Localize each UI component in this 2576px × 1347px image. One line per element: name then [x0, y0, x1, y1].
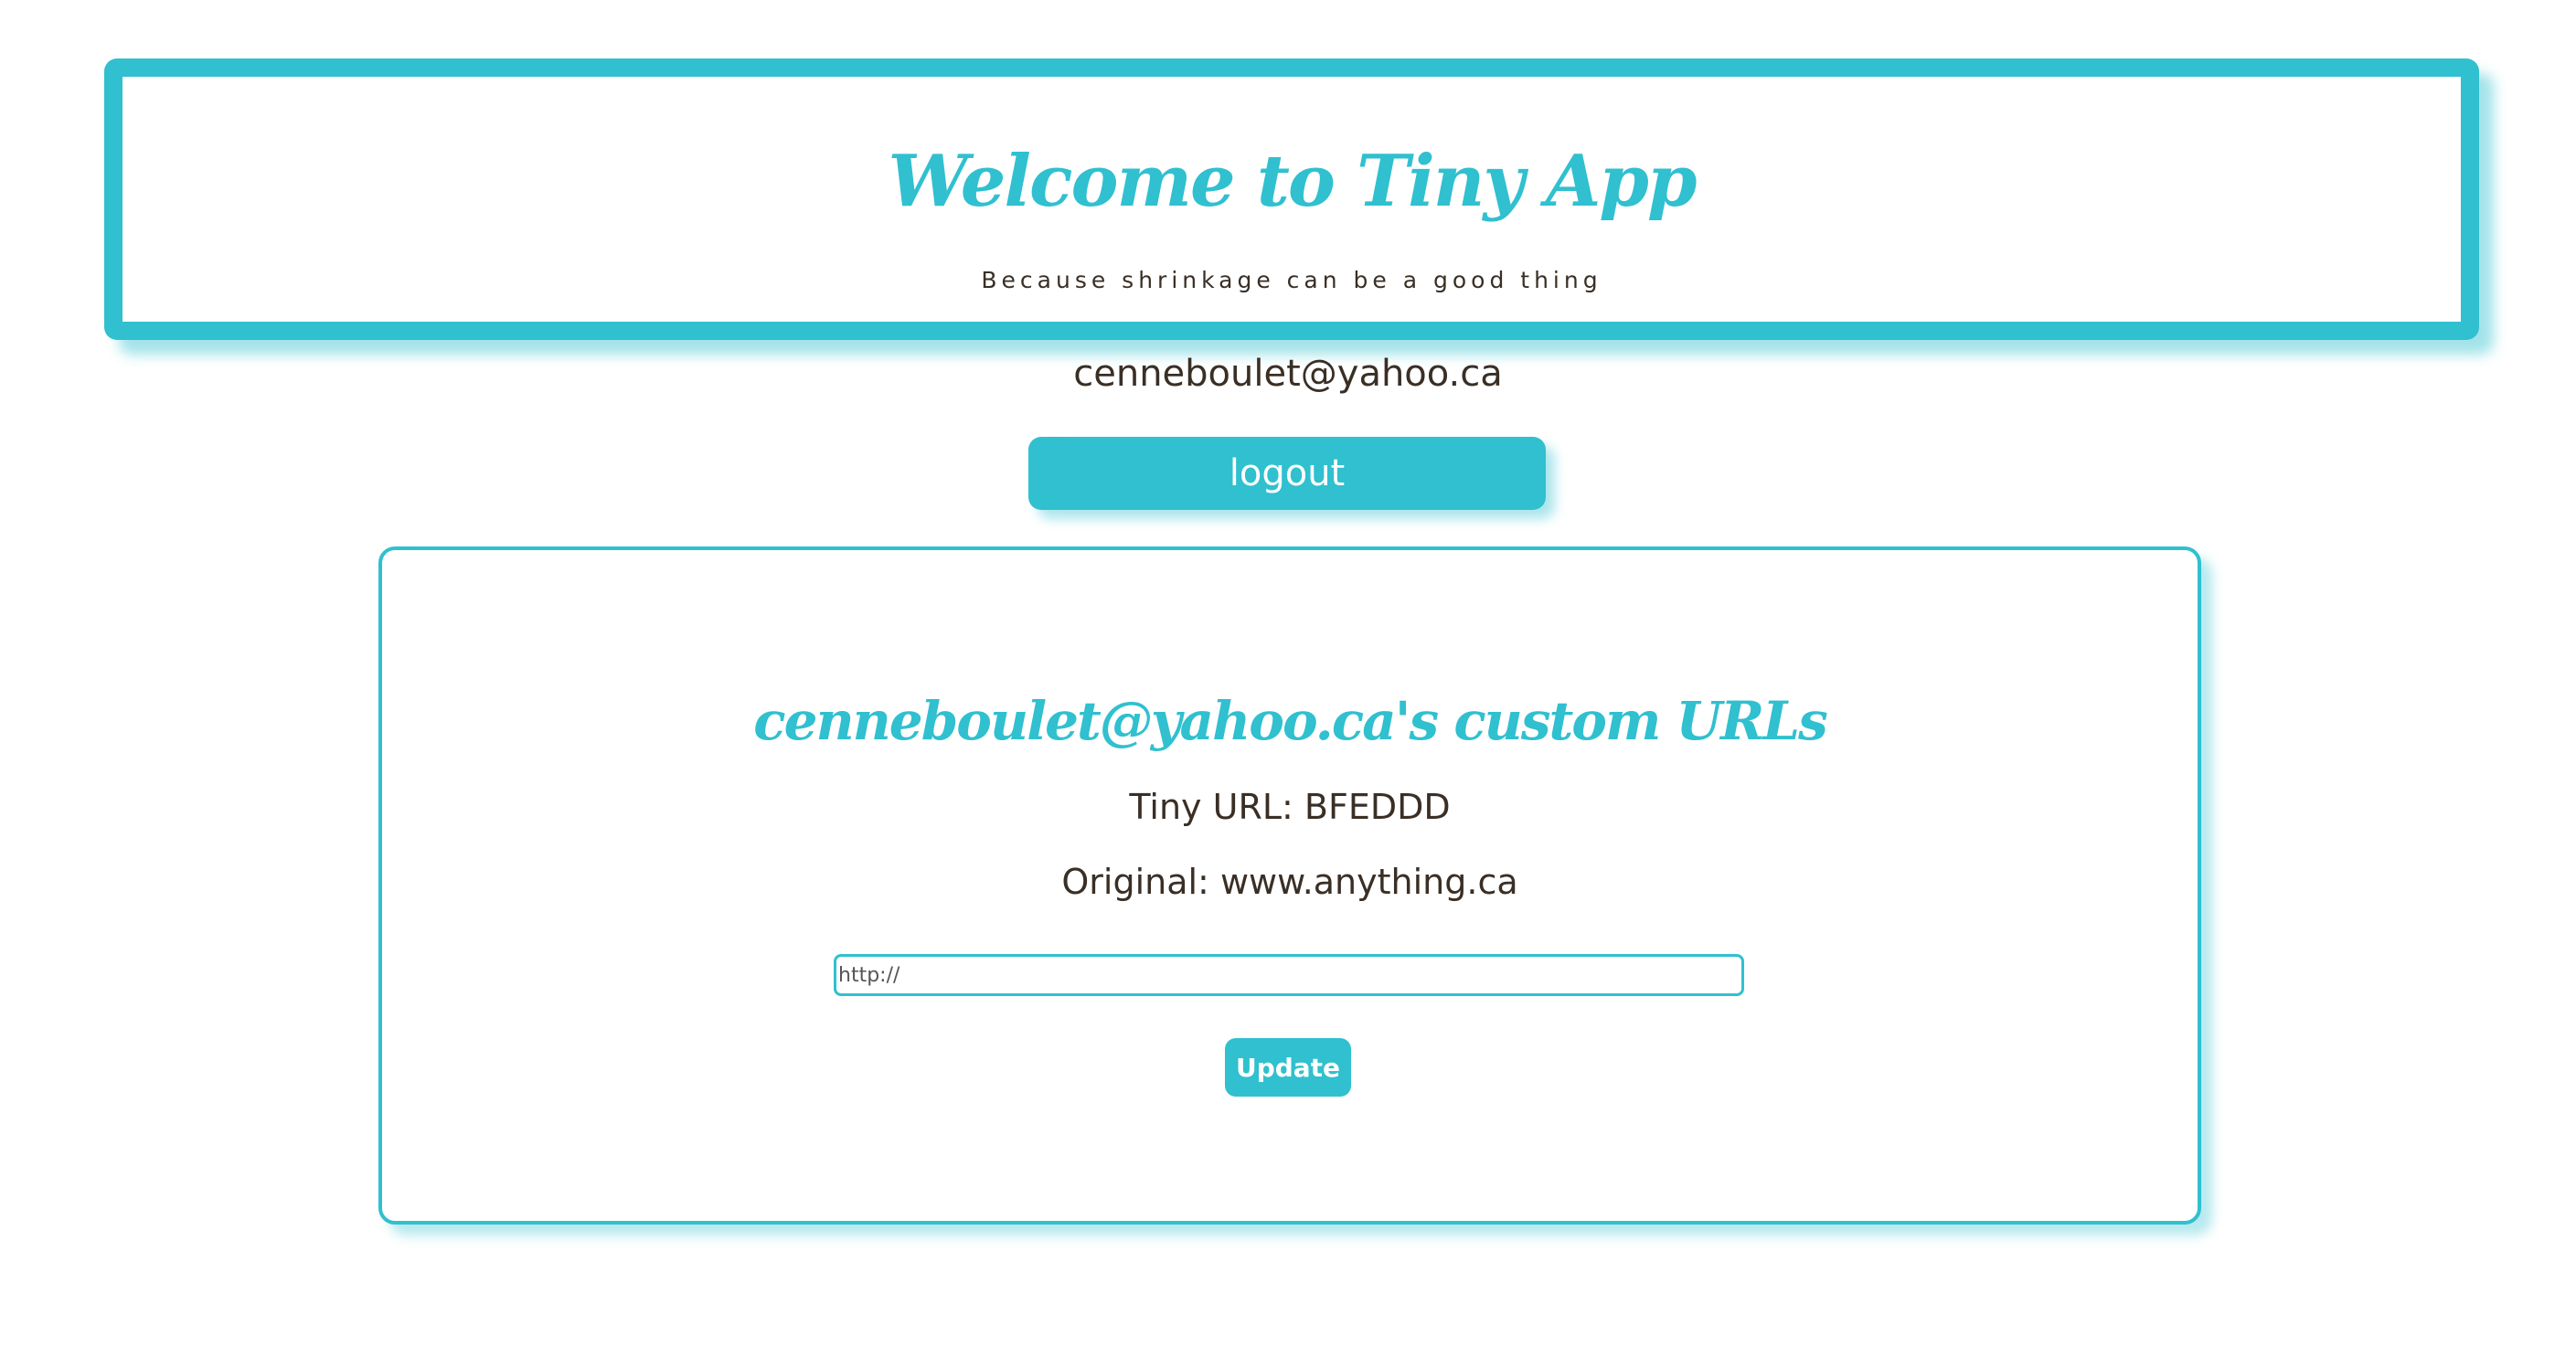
app-title: Welcome to Tiny App: [888, 140, 1698, 223]
update-button[interactable]: Update: [1225, 1038, 1351, 1097]
custom-urls-heading: cenneboulet@yahoo.ca's custom URLs: [753, 690, 1827, 752]
logged-in-user-email: cenneboulet@yahoo.ca: [1073, 353, 1503, 395]
logout-button[interactable]: logout: [1028, 437, 1546, 510]
header-banner: Welcome to Tiny App Because shrinkage ca…: [104, 58, 2479, 340]
page: Welcome to Tiny App Because shrinkage ca…: [0, 0, 2576, 1347]
custom-urls-panel: cenneboulet@yahoo.ca's custom URLs Tiny …: [378, 546, 2201, 1225]
tiny-url-text: Tiny URL: BFEDDD: [1129, 787, 1451, 827]
new-url-input[interactable]: [834, 954, 1744, 996]
app-tagline: Because shrinkage can be a good thing: [981, 267, 1602, 293]
original-url-text: Original: www.anything.ca: [1061, 862, 1518, 902]
